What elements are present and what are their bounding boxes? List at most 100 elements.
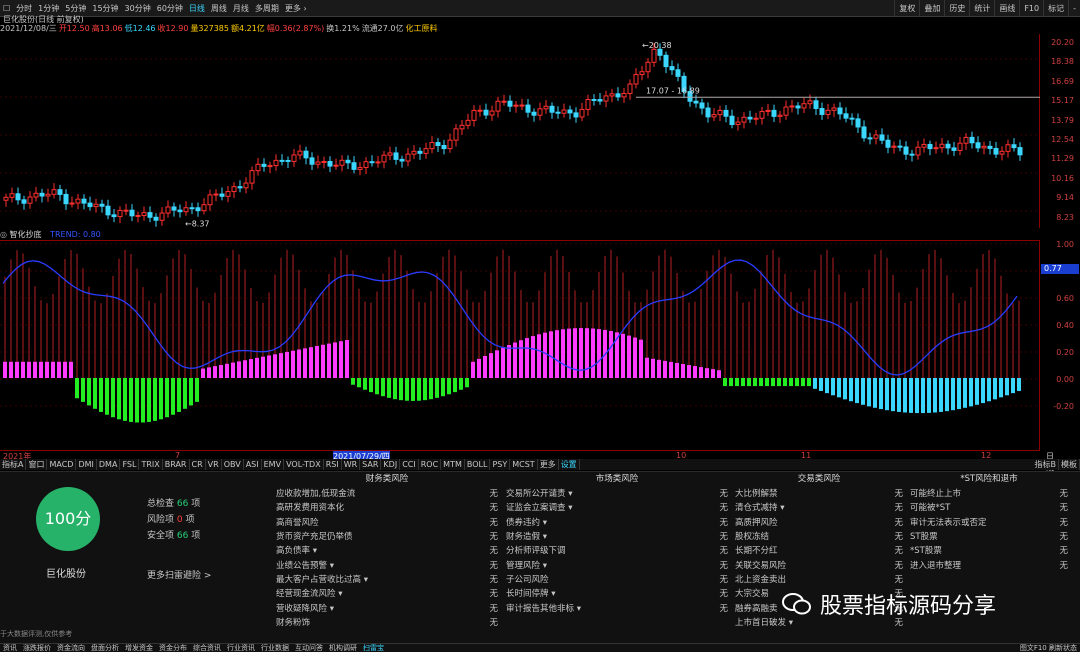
risk-item[interactable]: 高负债率 ▾ 无 [276, 543, 498, 557]
period-button[interactable]: 更多 › [282, 0, 310, 17]
indicator-tab[interactable]: BOLL [465, 459, 491, 470]
indicator-tab[interactable]: EMV [262, 459, 285, 470]
risk-item[interactable]: 营收疑降风险 ▾ 无 [276, 600, 498, 614]
status-item[interactable]: 涨跌报价 [20, 644, 54, 652]
risk-item[interactable]: *ST股票 无 [910, 543, 1068, 557]
period-button[interactable]: 多周期 [252, 0, 282, 17]
risk-item[interactable]: 进入退市整理 无 [910, 557, 1068, 571]
indicator-tab[interactable]: MACD [47, 459, 77, 470]
background-bar [148, 300, 150, 378]
status-item[interactable]: 增发资金 [122, 644, 156, 652]
risk-item[interactable]: 可能终止上市 无 [910, 486, 1068, 500]
risk-item[interactable]: 关联交易风险 无 [735, 557, 903, 571]
status-item[interactable]: 资金分布 [156, 644, 190, 652]
indicator-tab[interactable]: ASI [244, 459, 262, 470]
indicator-tab[interactable]: 设置 [559, 459, 580, 470]
status-item[interactable]: 互动问答 [292, 644, 326, 652]
more-link[interactable]: 更多扫雷避险 > [147, 568, 211, 581]
risk-item[interactable]: 债券违约 ▾ 无 [506, 515, 728, 529]
indicator-tab[interactable]: DMI [76, 459, 97, 470]
risk-item[interactable]: 高商誉风险 无 [276, 515, 498, 529]
status-item[interactable]: 综合资讯 [190, 644, 224, 652]
risk-item[interactable]: 审计报告其他非标 ▾ 无 [506, 600, 728, 614]
indicator-tab[interactable]: 窗口 [26, 459, 48, 470]
risk-item[interactable]: 清仓式减持 ▾ 无 [735, 500, 903, 514]
indicator-tab[interactable]: OBV [222, 459, 244, 470]
risk-item[interactable]: 长时间停牌 ▾ 无 [506, 586, 728, 600]
risk-item[interactable]: 业绩公告预警 ▾ 无 [276, 557, 498, 571]
status-item[interactable]: 资金流向 [54, 644, 88, 652]
indicator-tab[interactable]: VOL-TDX [284, 459, 324, 470]
risk-item[interactable]: 经营现金流风险 ▾ 无 [276, 586, 498, 600]
risk-item[interactable]: 可能被*ST 无 [910, 500, 1068, 514]
status-item[interactable]: 资讯 [0, 644, 20, 652]
indicator-tab-right[interactable]: 指标B [1033, 459, 1059, 470]
risk-item[interactable]: 货币资产充足仍举债 无 [276, 529, 498, 543]
risk-item[interactable]: 大比例解禁 无 [735, 486, 903, 500]
background-bar [178, 249, 180, 378]
risk-item[interactable]: 证监会立案调查 ▾ 无 [506, 500, 728, 514]
background-bar [1006, 293, 1008, 378]
indicator-bar [507, 345, 511, 378]
risk-item[interactable]: 审计无法表示或否定 无 [910, 515, 1068, 529]
indicator-bar [267, 355, 271, 378]
risk-item[interactable]: 最大客户占营收比过高 ▾ 无 [276, 572, 498, 586]
risk-item-label: 应收款增加,低现金流 [276, 489, 356, 500]
status-item[interactable]: 行业资讯 [224, 644, 258, 652]
risk-item[interactable]: 交易所公开谴责 ▾ 无 [506, 486, 728, 500]
period-button[interactable]: 周线 [208, 0, 230, 17]
status-item[interactable]: 扫雷宝 [360, 644, 387, 652]
period-button[interactable]: 15分钟 [89, 0, 121, 17]
period-button[interactable]: 日线 [186, 0, 208, 17]
toolbar-button[interactable]: 标记 [1043, 0, 1068, 17]
candle-body [537, 108, 543, 116]
price-chart[interactable]: ←20.38 17.07 - 16.89 ←8.37 [0, 34, 1040, 228]
indicator-tab[interactable]: VR [206, 459, 222, 470]
risk-item[interactable]: 股权冻结 无 [735, 529, 903, 543]
toolbar-button[interactable]: 统计 [969, 0, 994, 17]
status-item[interactable]: 盘面分析 [88, 644, 122, 652]
indicator-tab[interactable]: TRIX [139, 459, 163, 470]
period-button[interactable]: 60分钟 [154, 0, 186, 17]
indicator-tab[interactable]: FSL [120, 459, 140, 470]
status-item[interactable]: 行业数据 [258, 644, 292, 652]
background-bar [844, 292, 846, 378]
indicator-tab[interactable]: ROC [419, 459, 442, 470]
period-button[interactable]: 30分钟 [122, 0, 154, 17]
indicator-tab[interactable]: CR [190, 459, 206, 470]
indicator-tab[interactable]: KDJ [381, 459, 401, 470]
risk-item[interactable]: 管理风险 ▾ 无 [506, 557, 728, 571]
status-item[interactable]: 机构调研 [326, 644, 360, 652]
risk-item[interactable]: 长期不分红 无 [735, 543, 903, 557]
risk-item[interactable]: 北上资金卖出 无 [735, 572, 903, 586]
risk-item[interactable]: 子公司风险 无 [506, 572, 728, 586]
indicator-tab[interactable]: PSY [490, 459, 511, 470]
risk-item[interactable]: 高研发费用资本化 无 [276, 500, 498, 514]
risk-item[interactable]: ST股票 无 [910, 529, 1068, 543]
indicator-tab[interactable]: DMA [97, 459, 121, 470]
toolbar-button[interactable]: 复权 [894, 0, 919, 17]
indicator-tab[interactable]: RSI [324, 459, 342, 470]
indicator-tab[interactable]: BRAR [163, 459, 190, 470]
indicator-tab[interactable]: CCI [400, 459, 419, 470]
indicator-tab[interactable]: 指标A [0, 459, 27, 470]
indicator-chart[interactable] [0, 240, 1040, 450]
risk-item[interactable]: 应收款增加,低现金流 无 [276, 486, 498, 500]
risk-item[interactable]: 财务造假 ▾ 无 [506, 529, 728, 543]
indicator-tab[interactable]: 更多 [538, 459, 559, 470]
risk-item[interactable]: 财务粉饰 无 [276, 615, 498, 629]
status-item[interactable]: 图文F10 刷新状态 [1017, 644, 1080, 652]
period-button[interactable]: 月线 [230, 0, 252, 17]
risk-item[interactable]: 高质押风险 无 [735, 515, 903, 529]
toolbar-button[interactable]: - [1068, 0, 1080, 17]
toolbar-button[interactable]: F10 [1019, 0, 1043, 17]
toolbar-button[interactable]: 历史 [944, 0, 969, 17]
indicator-tab[interactable]: MCST [510, 459, 538, 470]
toolbar-button[interactable]: 叠加 [919, 0, 944, 17]
toolbar-button[interactable]: 画线 [994, 0, 1019, 17]
indicator-tab[interactable]: MTM [441, 459, 465, 470]
indicator-tab-right[interactable]: 模板 [1059, 459, 1080, 470]
risk-item[interactable]: 分析师评级下调 无 [506, 543, 728, 557]
indicator-tab[interactable]: SAR [360, 459, 382, 470]
indicator-tab[interactable]: WR [342, 459, 361, 470]
